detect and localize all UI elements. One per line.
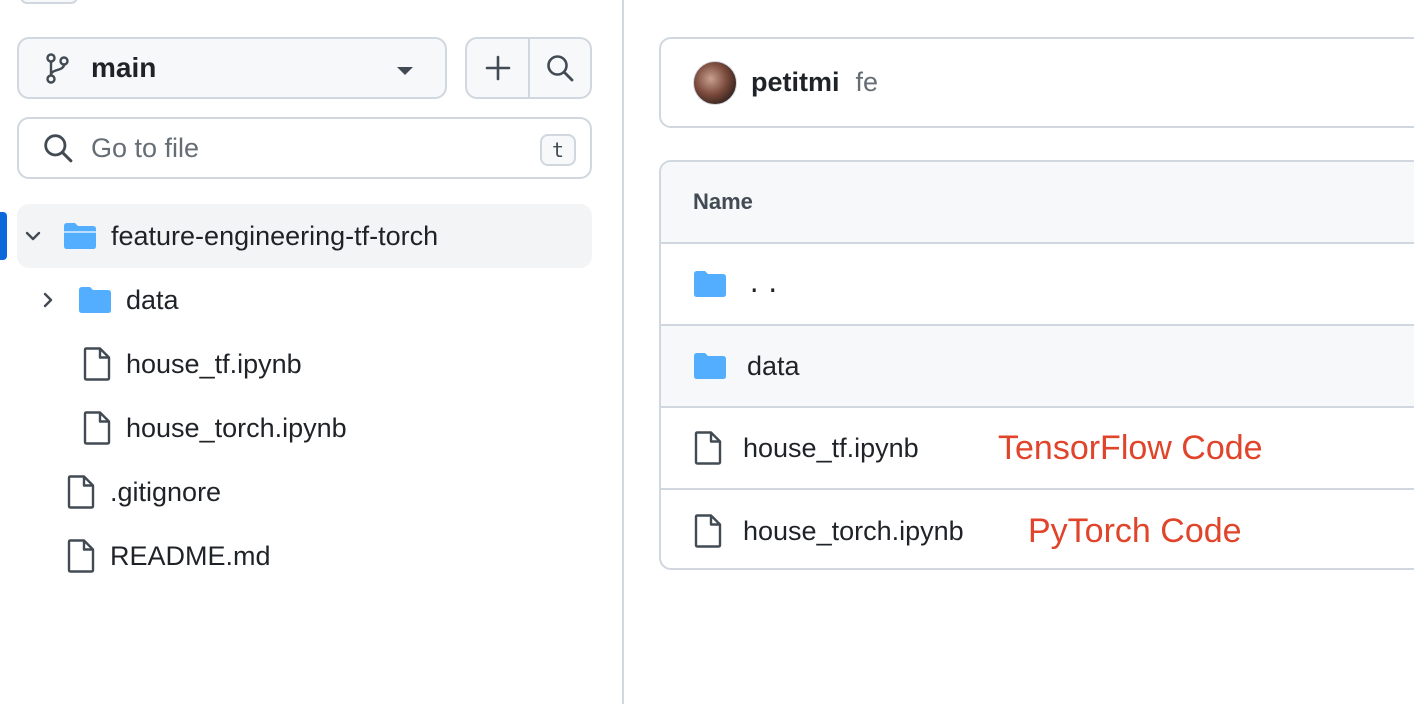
- add-file-button[interactable]: [467, 39, 528, 97]
- tree-item-label: data: [126, 284, 179, 315]
- commit-message-link[interactable]: fe: [856, 67, 879, 98]
- tree-item-label: .gitignore: [110, 476, 222, 507]
- tree-item-data-folder[interactable]: data: [34, 268, 592, 332]
- row-name-link[interactable]: data: [747, 351, 800, 382]
- tree-item-label: house_torch.ipynb: [126, 412, 347, 443]
- row-name-link[interactable]: house_torch.ipynb: [743, 516, 964, 547]
- chevron-right-icon[interactable]: [40, 292, 56, 308]
- search-code-button[interactable]: [528, 39, 590, 97]
- file-icon: [66, 475, 96, 509]
- caret-down-icon: [397, 67, 413, 75]
- tree-item-house-tf[interactable]: house_tf.ipynb: [80, 332, 592, 396]
- branch-name: main: [91, 52, 157, 83]
- branch-selector-button[interactable]: main: [17, 37, 447, 99]
- tree-item-gitignore[interactable]: .gitignore: [64, 460, 592, 524]
- row-name-link[interactable]: ..: [747, 270, 784, 298]
- tree-item-readme[interactable]: README.md: [64, 524, 592, 588]
- keyboard-shortcut-hint: t: [540, 134, 576, 166]
- selection-indicator: [0, 212, 7, 260]
- tree-item-label: README.md: [110, 540, 271, 571]
- annotation-tensorflow: TensorFlow Code: [998, 428, 1263, 467]
- go-to-file-search[interactable]: t: [17, 117, 592, 179]
- folder-icon: [693, 270, 727, 298]
- git-branch-icon: [45, 51, 75, 85]
- row-name-link[interactable]: house_tf.ipynb: [743, 433, 919, 464]
- tree-item-root-folder[interactable]: feature-engineering-tf-torch: [17, 204, 592, 268]
- file-icon: [82, 411, 112, 445]
- tree-item-house-torch[interactable]: house_torch.ipynb: [80, 396, 592, 460]
- file-list-table: Name .. data house_tf.ipynb TensorFlow C…: [659, 160, 1414, 570]
- file-icon: [693, 514, 723, 548]
- folder-open-icon: [63, 222, 97, 250]
- avatar[interactable]: [693, 60, 737, 105]
- file-icon: [693, 431, 723, 465]
- file-actions-group: [465, 37, 592, 99]
- table-row-data[interactable]: data: [661, 326, 1414, 408]
- annotation-pytorch: PyTorch Code: [1028, 511, 1242, 550]
- table-row-house-torch[interactable]: house_torch.ipynb PyTorch Code: [661, 490, 1414, 568]
- table-row-parent-dir[interactable]: ..: [661, 244, 1414, 326]
- chevron-down-icon[interactable]: [23, 230, 43, 242]
- search-icon: [546, 54, 574, 82]
- latest-commit-bar: petitmi fe: [659, 37, 1414, 128]
- file-icon: [66, 539, 96, 573]
- tree-item-label: house_tf.ipynb: [126, 348, 302, 379]
- file-icon: [82, 347, 112, 381]
- search-icon: [43, 133, 73, 163]
- folder-icon: [693, 352, 727, 380]
- commit-author-link[interactable]: petitmi: [751, 67, 840, 98]
- plus-icon: [485, 55, 511, 81]
- tree-item-label: feature-engineering-tf-torch: [111, 220, 439, 251]
- go-to-file-input[interactable]: [89, 131, 509, 165]
- folder-icon: [78, 286, 112, 314]
- table-header: Name: [661, 162, 1414, 244]
- table-row-house-tf[interactable]: house_tf.ipynb TensorFlow Code: [661, 408, 1414, 490]
- top-button-stub[interactable]: [20, 0, 78, 4]
- file-tree-sidebar: main t feature-engineering-tf-torch: [0, 0, 624, 704]
- column-header-name: Name: [693, 189, 753, 214]
